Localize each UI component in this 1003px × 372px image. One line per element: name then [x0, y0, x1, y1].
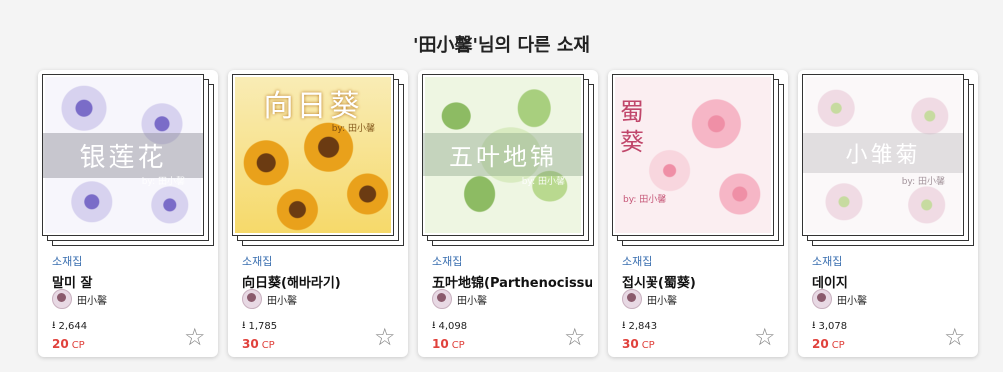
thumbnail-stack[interactable]: 银莲花 by: 田小馨 — [42, 74, 214, 246]
download-count-value: 2,644 — [58, 321, 88, 332]
price-value: 20 — [52, 337, 69, 351]
price: 10 CP — [432, 337, 465, 351]
section-title: '田小馨'님의 다른 소재 — [413, 35, 590, 56]
thumbnail-title-text: 蜀葵 — [620, 98, 644, 156]
download-count-value: 4,098 — [438, 321, 468, 332]
download-count-value: 3,078 — [818, 321, 848, 332]
price: 20 CP — [52, 337, 85, 351]
material-card[interactable]: 向日葵 by: 田小馨 소재집 向日葵(해바라기) 田小馨 ⭳ 1,785 30… — [228, 70, 408, 357]
download-icon: ⭳ — [432, 320, 436, 331]
thumbnail[interactable]: 向日葵 by: 田小馨 — [232, 74, 394, 236]
download-icon: ⭳ — [52, 320, 56, 331]
price-unit: CP — [261, 340, 275, 351]
download-count-value: 1,785 — [248, 321, 278, 332]
thumbnail[interactable]: 小雏菊 by: 田小馨 — [802, 74, 964, 236]
thumbnail-signature: by: 田小馨 — [521, 177, 565, 187]
thumbnail-signature: by: 田小馨 — [901, 177, 945, 187]
category-label: 소재집 — [432, 255, 463, 268]
material-card[interactable]: 银莲花 by: 田小馨 소재집 말미 잘 田小馨 ⭳ 2,644 20 CP ☆ — [38, 70, 218, 357]
avatar — [622, 289, 642, 309]
author[interactable]: 田小馨 — [242, 289, 297, 309]
thumbnail-signature: by: 田小馨 — [623, 195, 667, 205]
price: 20 CP — [812, 337, 845, 351]
download-count: ⭳ 2,644 — [52, 318, 87, 335]
author-name: 田小馨 — [647, 295, 677, 307]
download-icon: ⭳ — [242, 320, 246, 331]
thumbnail-title-text: 向日葵 — [263, 89, 363, 124]
download-icon: ⭳ — [622, 320, 626, 331]
price-unit: CP — [831, 340, 845, 351]
price: 30 CP — [242, 337, 275, 351]
category-label: 소재집 — [812, 255, 843, 268]
thumbnail[interactable]: 银莲花 by: 田小馨 — [42, 74, 204, 236]
thumbnail-title-text: 五叶地锦 — [423, 133, 583, 176]
author[interactable]: 田小馨 — [812, 289, 867, 309]
price-value: 30 — [242, 337, 259, 351]
price-unit: CP — [451, 340, 465, 351]
thumbnail-signature: by: 田小馨 — [141, 177, 185, 187]
favorite-star-icon[interactable]: ☆ — [754, 325, 778, 349]
thumbnail-stack[interactable]: 向日葵 by: 田小馨 — [232, 74, 404, 246]
download-count: ⭳ 2,843 — [622, 318, 657, 335]
favorite-star-icon[interactable]: ☆ — [564, 325, 588, 349]
thumbnail-title-text: 小雏菊 — [803, 133, 963, 173]
price-value: 10 — [432, 337, 449, 351]
avatar — [242, 289, 262, 309]
author-name: 田小馨 — [837, 295, 867, 307]
category-label: 소재집 — [242, 255, 273, 268]
category-label: 소재집 — [52, 255, 83, 268]
author-name: 田小馨 — [457, 295, 487, 307]
material-card[interactable]: 小雏菊 by: 田小馨 소재집 데이지 田小馨 ⭳ 3,078 20 CP ☆ — [798, 70, 978, 357]
price: 30 CP — [622, 337, 655, 351]
avatar — [812, 289, 832, 309]
thumbnail-signature: by: 田小馨 — [331, 124, 375, 134]
thumbnail-title-text: 银莲花 — [43, 133, 203, 178]
thumbnail-stack[interactable]: 小雏菊 by: 田小馨 — [802, 74, 974, 246]
author[interactable]: 田小馨 — [622, 289, 677, 309]
material-card[interactable]: 蜀葵 by: 田小馨 소재집 접시꽃(蜀葵) 田小馨 ⭳ 2,843 30 CP … — [608, 70, 788, 357]
material-card-list: 银莲花 by: 田小馨 소재집 말미 잘 田小馨 ⭳ 2,644 20 CP ☆ … — [38, 70, 978, 360]
price-unit: CP — [641, 340, 655, 351]
download-count: ⭳ 3,078 — [812, 318, 847, 335]
thumbnail[interactable]: 五叶地锦 by: 田小馨 — [422, 74, 584, 236]
price-value: 20 — [812, 337, 829, 351]
favorite-star-icon[interactable]: ☆ — [944, 325, 968, 349]
avatar — [52, 289, 72, 309]
author-name: 田小馨 — [267, 295, 297, 307]
author[interactable]: 田小馨 — [432, 289, 487, 309]
price-unit: CP — [71, 340, 85, 351]
download-count: ⭳ 4,098 — [432, 318, 467, 335]
favorite-star-icon[interactable]: ☆ — [184, 325, 208, 349]
thumbnail-stack[interactable]: 五叶地锦 by: 田小馨 — [422, 74, 594, 246]
price-value: 30 — [622, 337, 639, 351]
category-label: 소재집 — [622, 255, 653, 268]
download-count-value: 2,843 — [628, 321, 658, 332]
thumbnail-stack[interactable]: 蜀葵 by: 田小馨 — [612, 74, 784, 246]
avatar — [432, 289, 452, 309]
download-count: ⭳ 1,785 — [242, 318, 277, 335]
download-icon: ⭳ — [812, 320, 816, 331]
favorite-star-icon[interactable]: ☆ — [374, 325, 398, 349]
author[interactable]: 田小馨 — [52, 289, 107, 309]
material-card[interactable]: 五叶地锦 by: 田小馨 소재집 五叶地锦(Parthenocissus 田小馨… — [418, 70, 598, 357]
author-name: 田小馨 — [77, 295, 107, 307]
thumbnail[interactable]: 蜀葵 by: 田小馨 — [612, 74, 774, 236]
